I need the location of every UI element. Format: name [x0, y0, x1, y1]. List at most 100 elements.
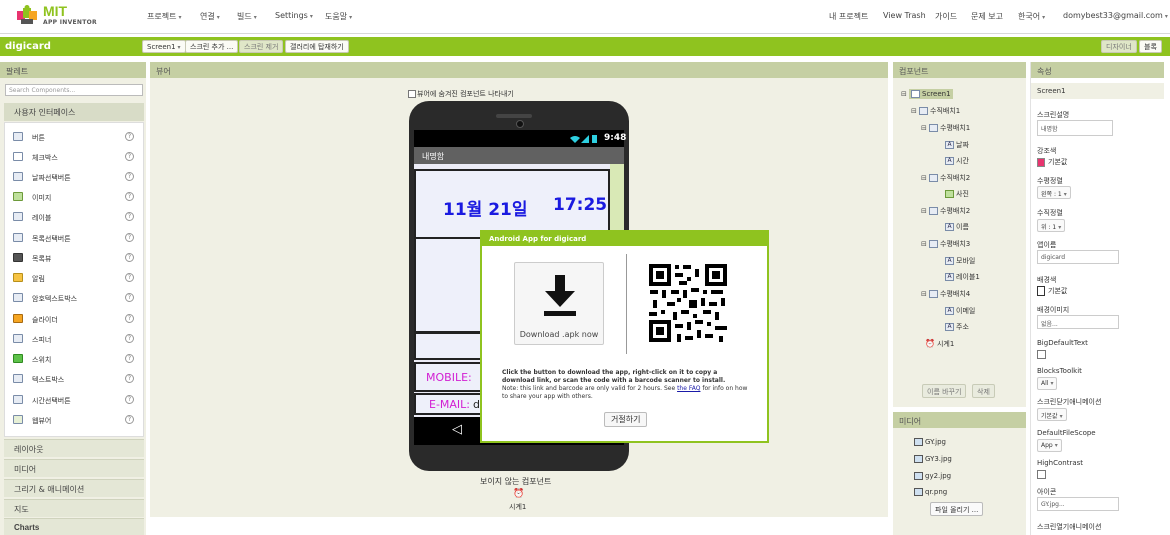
mobile-label[interactable]: MOBILE:	[426, 371, 472, 384]
link-view-trash[interactable]: View Trash	[883, 11, 926, 20]
delete-button[interactable]: 삭제	[972, 384, 995, 398]
help-icon[interactable]: ?	[125, 212, 134, 221]
palette-item-button[interactable]: 버튼?	[5, 126, 143, 146]
prop-about-input[interactable]: 내명함	[1037, 120, 1113, 136]
show-hidden-components-checkbox[interactable]: 뷰어에 숨겨진 컴포넌트 나타내기	[408, 89, 514, 99]
download-apk-button[interactable]: Download .apk now	[514, 262, 604, 345]
prop-bg-color-picker[interactable]: 기본값	[1037, 286, 1067, 296]
tree-node[interactable]: ⏰ 시계1	[925, 339, 954, 349]
help-icon[interactable]: ?	[125, 293, 134, 302]
palette-item-datepicker[interactable]: 날짜선택버튼?	[5, 166, 143, 186]
menu-language[interactable]: 한국어 ▾	[1018, 11, 1045, 22]
media-file[interactable]: qr.png	[914, 488, 947, 496]
prop-accent-picker[interactable]: 기본값	[1037, 157, 1067, 167]
link-guide[interactable]: 가이드	[935, 11, 957, 22]
category-maps[interactable]: 지도	[4, 499, 144, 517]
palette-item-image[interactable]: 이미지?	[5, 186, 143, 206]
tree-node[interactable]: ⊟ 수평배치2	[921, 206, 970, 216]
prop-bg-image-input[interactable]: 없음...	[1037, 315, 1119, 329]
tree-node[interactable]: A 시간	[945, 156, 969, 166]
qr-code-image[interactable]	[647, 262, 729, 344]
email-value[interactable]: d	[473, 398, 480, 411]
tree-node[interactable]: ⊟ 수평배치3	[921, 239, 970, 249]
help-icon[interactable]: ?	[125, 395, 134, 404]
time-label[interactable]: 17:25	[553, 195, 607, 215]
palette-item-notifier[interactable]: 알림?	[5, 267, 143, 287]
palette-item-label[interactable]: 레이블?	[5, 206, 143, 226]
invisible-clock-name[interactable]: 시계1	[509, 502, 526, 512]
menu-project[interactable]: 프로젝트 ▾	[147, 11, 181, 22]
menu-account[interactable]: domybest33@gmail.com ▾	[1063, 11, 1168, 20]
prop-app-name-input[interactable]: digicard	[1037, 250, 1119, 264]
category-user-interface[interactable]: 사용자 인터페이스	[4, 103, 144, 121]
screen-select[interactable]: Screen1 ▾	[142, 40, 186, 53]
designer-button[interactable]: 디자이너	[1101, 40, 1137, 53]
prop-big-default-text-checkbox[interactable]	[1037, 350, 1046, 359]
tree-node-screen1[interactable]: ⊟ Screen1	[901, 89, 953, 99]
email-label[interactable]: E-MAIL:	[429, 398, 470, 411]
collapse-icon[interactable]: ⊟	[911, 107, 919, 115]
publish-gallery-button[interactable]: 갤러리에 탑재하기	[285, 40, 349, 53]
collapse-icon[interactable]: ⊟	[901, 90, 909, 98]
menu-settings[interactable]: Settings ▾	[275, 11, 313, 20]
help-icon[interactable]: ?	[125, 273, 134, 282]
menu-connect[interactable]: 연결 ▾	[200, 11, 220, 22]
palette-item-timepicker[interactable]: 시간선택버튼?	[5, 389, 143, 409]
tree-node[interactable]: ⊟ 수평배치4	[921, 289, 970, 299]
date-time-container[interactable]: 11월 21일 17:25	[414, 169, 610, 239]
media-file[interactable]: GY3.jpg	[914, 455, 952, 463]
tree-node[interactable]: ⊟ 수직배치1	[911, 106, 960, 116]
palette-item-listview[interactable]: 목록뷰?	[5, 247, 143, 267]
collapse-icon[interactable]: ⊟	[921, 174, 929, 182]
blocks-button[interactable]: 블록	[1139, 40, 1162, 53]
prop-align-v-select[interactable]: 위 : 1 ▾	[1037, 219, 1066, 232]
palette-item-slider[interactable]: 슬라이더?	[5, 308, 143, 328]
tree-node[interactable]: A 주소	[945, 322, 969, 332]
upload-file-button[interactable]: 파일 올리기 ...	[930, 502, 984, 516]
tree-node[interactable]: A 레이블1	[945, 272, 980, 282]
app-inventor-logo[interactable]: MIT APP INVENTOR	[16, 3, 97, 29]
menu-help[interactable]: 도움말 ▾	[325, 11, 352, 22]
collapse-icon[interactable]: ⊟	[921, 290, 929, 298]
help-icon[interactable]: ?	[125, 415, 134, 424]
help-icon[interactable]: ?	[125, 253, 134, 262]
palette-item-webviewer[interactable]: 웹뷰어?	[5, 409, 143, 429]
palette-item-switch[interactable]: 스위치?	[5, 348, 143, 368]
help-icon[interactable]: ?	[125, 314, 134, 323]
collapse-icon[interactable]: ⊟	[921, 207, 929, 215]
menu-build[interactable]: 빌드 ▾	[237, 11, 257, 22]
tree-node[interactable]: 사진	[945, 189, 969, 199]
media-file[interactable]: gy2.jpg	[914, 472, 951, 480]
category-layout[interactable]: 레이아웃	[4, 439, 144, 457]
collapse-icon[interactable]: ⊟	[921, 124, 929, 132]
rename-button[interactable]: 이름 바꾸기	[922, 384, 967, 398]
prop-default-scope-select[interactable]: App ▾	[1037, 439, 1062, 452]
dismiss-button[interactable]: 거절하기	[604, 412, 648, 427]
collapse-icon[interactable]: ⊟	[921, 240, 929, 248]
palette-item-textbox[interactable]: 텍스트박스?	[5, 368, 143, 388]
help-icon[interactable]: ?	[125, 172, 134, 181]
palette-item-listpicker[interactable]: 목록선택버튼?	[5, 227, 143, 247]
tree-node[interactable]: A 이름	[945, 222, 969, 232]
tree-node[interactable]: A 모바일	[945, 256, 975, 266]
media-file[interactable]: GY.jpg	[914, 438, 946, 446]
back-icon[interactable]: ◁	[452, 422, 462, 437]
help-icon[interactable]: ?	[125, 132, 134, 141]
prop-blocks-toolkit-select[interactable]: All ▾	[1037, 377, 1058, 390]
remove-screen-button[interactable]: 스크린 제거	[239, 40, 284, 53]
palette-item-spinner[interactable]: 스피너?	[5, 328, 143, 348]
add-screen-button[interactable]: 스크린 추가 ...	[185, 40, 239, 53]
tree-node[interactable]: ⊟ 수평배치1	[921, 123, 970, 133]
prop-icon-input[interactable]: GY.jpg...	[1037, 497, 1119, 511]
help-icon[interactable]: ?	[125, 374, 134, 383]
link-report-issue[interactable]: 문제 보고	[971, 11, 1003, 22]
category-charts[interactable]: Charts	[4, 518, 144, 535]
tree-node[interactable]: A 이메일	[945, 306, 975, 316]
tree-node[interactable]: A 날짜	[945, 140, 969, 150]
search-components-input[interactable]: Search Components...	[5, 84, 143, 96]
prop-close-anim-select[interactable]: 기본값 ▾	[1037, 408, 1067, 421]
help-icon[interactable]: ?	[125, 152, 134, 161]
category-media[interactable]: 미디어	[4, 459, 144, 477]
date-label[interactable]: 11월 21일	[443, 195, 528, 220]
help-icon[interactable]: ?	[125, 192, 134, 201]
